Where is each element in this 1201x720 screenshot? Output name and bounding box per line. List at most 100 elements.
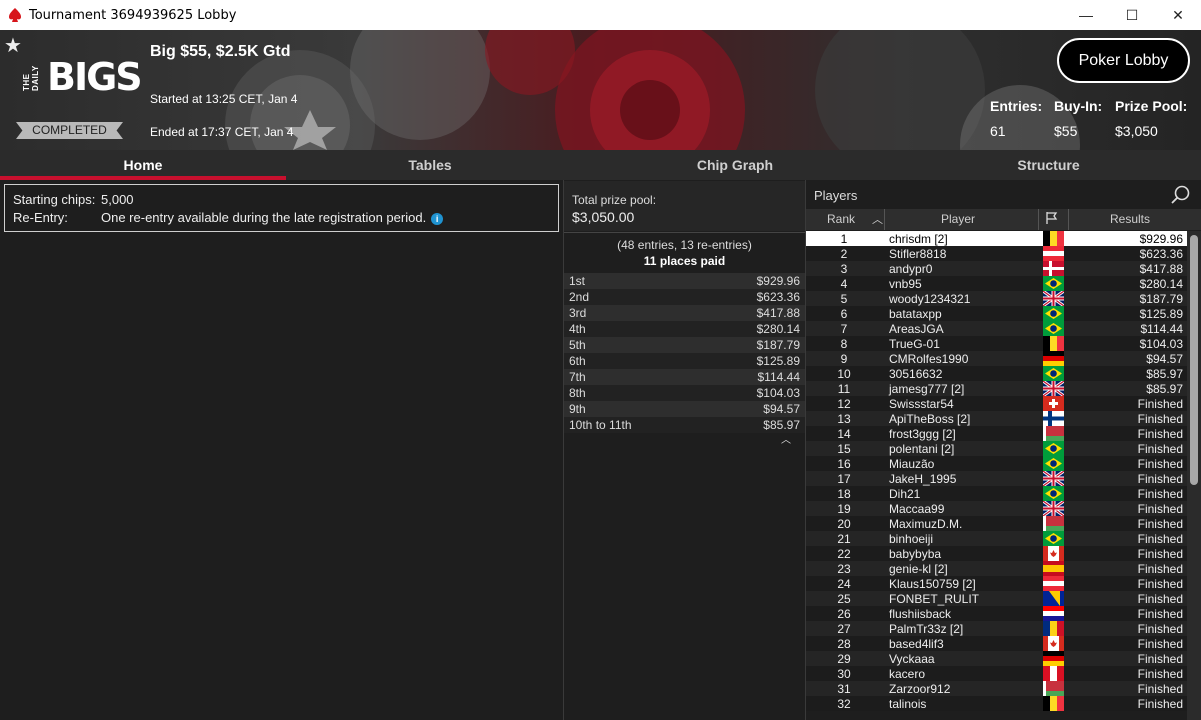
player-name: jamesg777 [2] [889,382,965,396]
payout-row: 1st $929.96 [564,273,805,289]
player-row[interactable]: 21 binhoeiji Finished [806,531,1187,546]
country-flag-icon [1043,441,1064,456]
player-row[interactable]: 4 vnb95 $280.14 [806,276,1187,291]
player-row[interactable]: 9 CMRolfes1990 $94.57 [806,351,1187,366]
player-rank: 17 [837,472,851,486]
player-result: Finished [1137,562,1183,576]
total-prize-label: Total prize pool: [572,193,657,207]
col-results[interactable]: Results [1110,212,1150,226]
player-row[interactable]: 26 flushiisback Finished [806,606,1187,621]
player-rank: 28 [837,637,851,651]
col-rank[interactable]: Rank [827,212,855,226]
country-flag-icon [1043,246,1064,261]
tab-structure[interactable]: Structure [896,150,1201,180]
player-name: Zarzoor912 [889,682,951,696]
player-name: andypr0 [889,262,933,276]
player-row[interactable]: 3 andypr0 $417.88 [806,261,1187,276]
player-rank: 15 [837,442,851,456]
minimize-button[interactable]: — [1063,0,1109,30]
payout-row: 9th $94.57 [564,401,805,417]
tab-tables[interactable]: Tables [286,150,574,180]
player-row[interactable]: 14 frost3ggg [2] Finished [806,426,1187,441]
player-rank: 27 [837,622,851,636]
payout-row: 8th $104.03 [564,385,805,401]
payout-row: 7th $114.44 [564,369,805,385]
player-row[interactable]: 28 based4lif3 Finished [806,636,1187,651]
player-row[interactable]: 2 Stifler8818 $623.36 [806,246,1187,261]
starting-chips-value: 5,000 [101,192,134,207]
player-row[interactable]: 32 talinois Finished [806,696,1187,711]
prize-pool-header: Total prize pool: $3,050.00 [564,181,805,231]
player-name: Swissstar54 [889,397,954,411]
player-row[interactable]: 1 chrisdm [2] $929.96 [806,231,1187,246]
country-flag-icon [1043,261,1064,276]
player-row[interactable]: 12 Swissstar54 Finished [806,396,1187,411]
player-row[interactable]: 24 Klaus150759 [2] Finished [806,576,1187,591]
close-button[interactable]: ✕ [1155,0,1201,30]
info-icon[interactable]: i [431,212,444,225]
maximize-button[interactable]: ☐ [1109,0,1155,30]
country-flag-icon [1043,396,1064,411]
country-flag-icon [1043,651,1064,666]
payout-amount: $623.36 [756,290,800,304]
payout-place: 10th to 11th [569,418,632,432]
player-rank: 18 [837,487,851,501]
col-player[interactable]: Player [941,212,975,226]
players-scrollbar[interactable] [1187,231,1201,720]
player-row[interactable]: 22 babybyba Finished [806,546,1187,561]
player-rank: 3 [840,262,848,276]
payout-place: 4th [569,322,586,336]
player-row[interactable]: 5 woody1234321 $187.79 [806,289,1187,308]
player-result: Finished [1137,397,1183,411]
tournament-name: Big $55, $2.5K Gtd [150,43,291,60]
player-row[interactable]: 19 Maccaa99 Finished [806,499,1187,518]
payout-row: 4th $280.14 [564,321,805,337]
player-row[interactable]: 31 Zarzoor912 Finished [806,681,1187,696]
collapse-chevron-up-icon[interactable]: ︿ [781,431,791,446]
player-row[interactable]: 10 30516632 $85.97 [806,366,1187,381]
player-name: Vyckaaa [889,652,935,666]
player-result: $280.14 [1139,277,1183,291]
payout-row: 5th $187.79 [564,337,805,353]
search-icon[interactable] [1170,184,1192,206]
player-row[interactable]: 20 MaximuzD.M. Finished [806,516,1187,531]
player-row[interactable]: 29 Vyckaaa Finished [806,651,1187,666]
end-time: Ended at 17:37 CET, Jan 4 [150,125,294,139]
player-row[interactable]: 17 JakeH_1995 Finished [806,469,1187,488]
player-row[interactable]: 30 kacero Finished [806,666,1187,681]
player-name: Stifler8818 [889,247,947,261]
poker-lobby-button[interactable]: Poker Lobby [1057,38,1190,83]
player-rank: 7 [840,322,848,336]
player-row[interactable]: 25 FONBET_RULIT Finished [806,591,1187,606]
country-flag-icon [1042,469,1065,488]
player-row[interactable]: 7 AreasJGA $114.44 [806,321,1187,336]
player-row[interactable]: 13 ApiTheBoss [2] Finished [806,411,1187,426]
players-title: Players [814,188,858,203]
player-row[interactable]: 23 genie-kl [2] Finished [806,561,1187,576]
country-flag-icon [1043,666,1064,681]
country-flag-icon [1042,379,1065,398]
player-result: Finished [1137,637,1183,651]
player-row[interactable]: 8 TrueG-01 $104.03 [806,336,1187,351]
player-row[interactable]: 15 polentani [2] Finished [806,441,1187,456]
payout-place: 2nd [569,290,590,304]
scrollbar-thumb[interactable] [1190,235,1198,485]
flag-column-icon[interactable] [1045,211,1059,228]
payout-amount: $417.88 [756,306,800,320]
player-row[interactable]: 11 jamesg777 [2] $85.97 [806,379,1187,398]
player-rank: 4 [840,277,848,291]
player-name: vnb95 [889,277,922,291]
player-row[interactable]: 6 batataxpp $125.89 [806,306,1187,321]
active-tab-indicator [0,176,286,180]
player-row[interactable]: 18 Dih21 Finished [806,486,1187,501]
player-row[interactable]: 27 PalmTr33z [2] Finished [806,621,1187,636]
tab-chip-graph[interactable]: Chip Graph [574,150,896,180]
player-name: AreasJGA [889,322,944,336]
player-result: Finished [1137,547,1183,561]
player-name: flushiisback [889,607,952,621]
window-title: Tournament 3694939625 Lobby [29,7,237,23]
sort-ascending-icon[interactable]: ︿ [872,211,883,227]
player-name: MaximuzD.M. [889,517,963,531]
favorite-star-icon[interactable]: ★ [4,33,22,58]
player-row[interactable]: 16 Miauzão Finished [806,456,1187,471]
